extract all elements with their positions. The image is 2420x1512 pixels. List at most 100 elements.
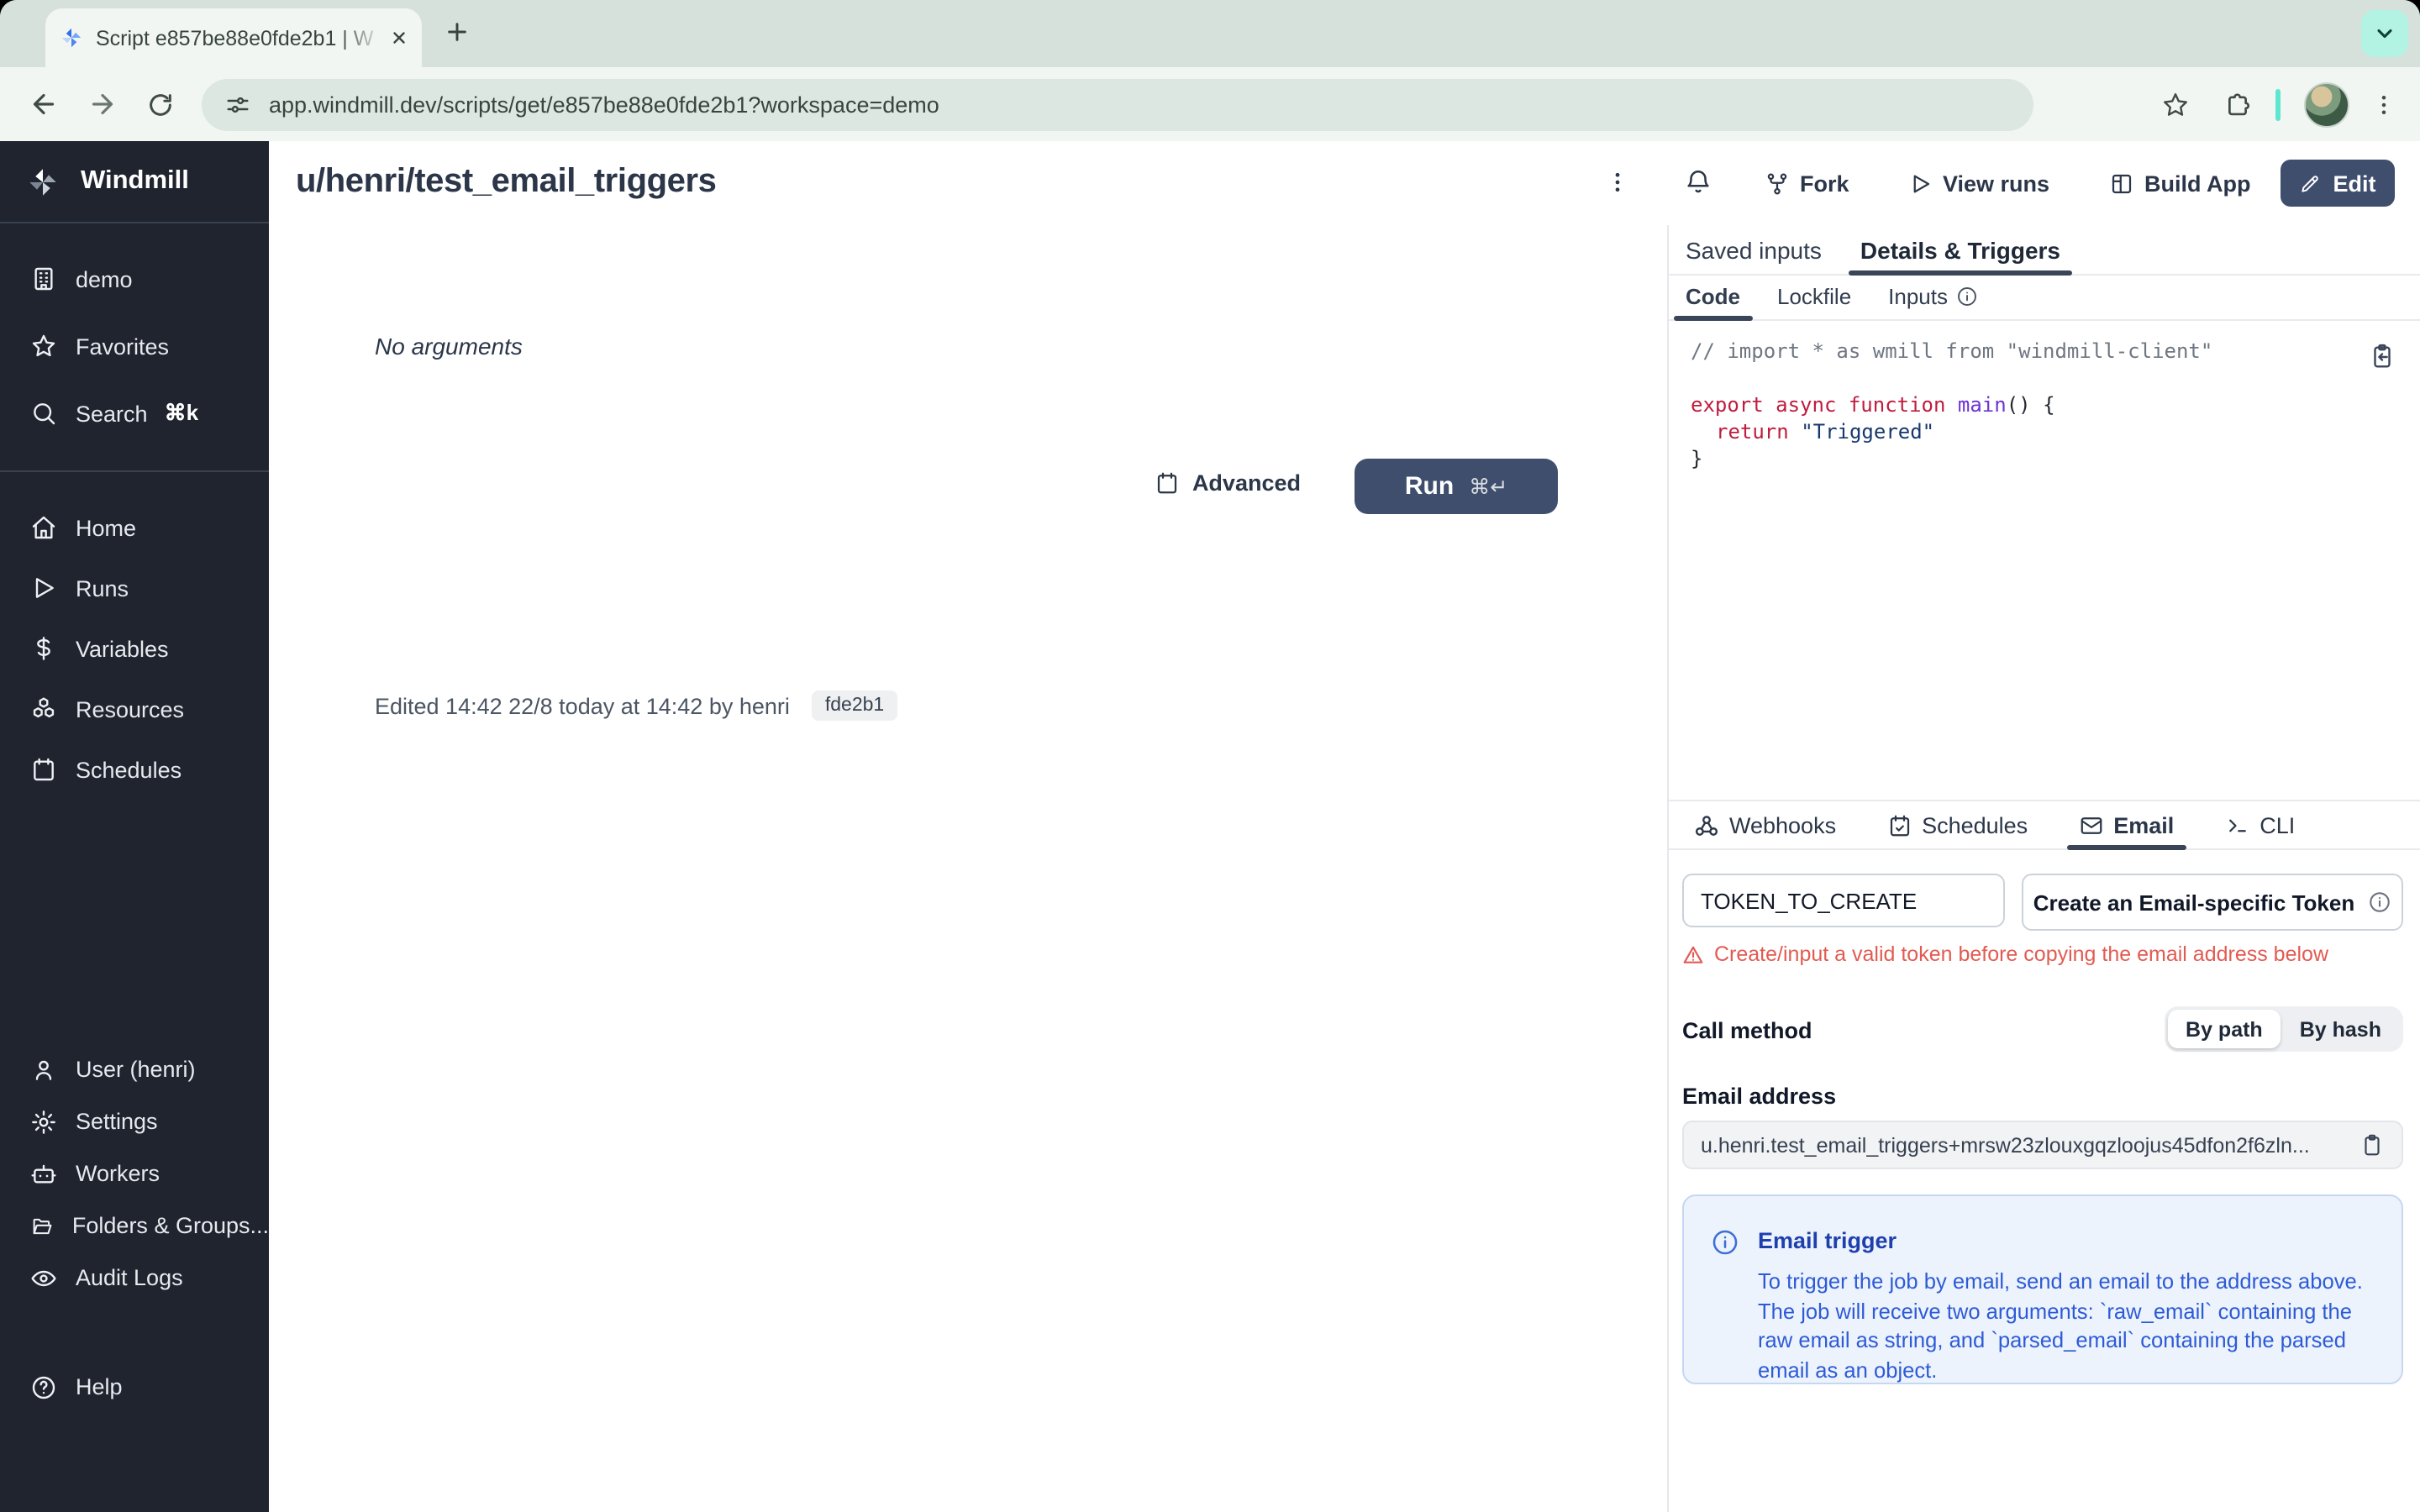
git-fork-icon bbox=[1767, 172, 1787, 194]
edit-label: Edit bbox=[2333, 171, 2376, 196]
sidebar-item-audit-logs[interactable]: Audit Logs bbox=[0, 1252, 269, 1304]
avatar[interactable] bbox=[2304, 81, 2349, 127]
tab-email[interactable]: Email bbox=[2066, 801, 2186, 850]
trigger-tab-bar: Webhooks Schedules Email CLI bbox=[1669, 800, 2420, 850]
tab-label: Inputs bbox=[1888, 284, 1948, 309]
reload-icon[interactable] bbox=[146, 90, 175, 118]
code-viewer[interactable]: // import * as wmill from "windmill-clie… bbox=[1669, 319, 2420, 800]
version-badge[interactable]: fde2b1 bbox=[811, 690, 898, 721]
tab-details-triggers[interactable]: Details & Triggers bbox=[1848, 225, 2073, 276]
by-hash-option[interactable]: By hash bbox=[2281, 1010, 2400, 1048]
tab-schedules[interactable]: Schedules bbox=[1875, 801, 2039, 848]
close-icon[interactable] bbox=[390, 29, 408, 47]
url-bar[interactable]: app.windmill.dev/scripts/get/e857be88e0f… bbox=[202, 78, 2033, 130]
sidebar-item-label: Search bbox=[76, 401, 148, 426]
sidebar-item-folders-groups[interactable]: Folders & Groups... bbox=[0, 1200, 269, 1252]
copy-code-icon[interactable] bbox=[2368, 343, 2396, 371]
star-icon bbox=[32, 334, 55, 357]
tab-search-button[interactable] bbox=[2361, 10, 2408, 57]
sidebar-logo[interactable]: Windmill bbox=[0, 141, 269, 223]
code-string: "Triggered" bbox=[1801, 420, 1935, 444]
sidebar-item-user[interactable]: User (henri) bbox=[0, 1043, 269, 1095]
code-punct: () { bbox=[2006, 393, 2055, 417]
run-label: Run bbox=[1404, 472, 1455, 501]
tab-label: Webhooks bbox=[1729, 812, 1837, 837]
tab-code[interactable]: Code bbox=[1674, 274, 1752, 321]
code-tab-bar: Code Lockfile Inputs bbox=[1669, 274, 2420, 321]
sidebar-item-home[interactable]: Home bbox=[0, 497, 269, 558]
sidebar-item-workspace[interactable]: demo bbox=[0, 245, 269, 312]
browser-tab[interactable]: Script e857be88e0fde2b1 | W bbox=[45, 8, 422, 67]
gear-icon bbox=[32, 1110, 55, 1133]
tab-cli[interactable]: CLI bbox=[2212, 801, 2307, 848]
sidebar-item-favorites[interactable]: Favorites bbox=[0, 312, 269, 380]
app-header: u/henri/test_email_triggers Fork View ru… bbox=[269, 141, 2420, 227]
extensions-puzzle-icon[interactable] bbox=[2223, 90, 2252, 118]
user-icon bbox=[35, 1059, 52, 1079]
view-runs-button[interactable]: View runs bbox=[1907, 141, 2049, 225]
copy-icon[interactable] bbox=[2360, 1132, 2385, 1158]
forward-icon[interactable] bbox=[87, 89, 118, 119]
sidebar-item-label: Runs bbox=[76, 575, 129, 601]
site-settings-icon[interactable] bbox=[225, 92, 250, 117]
create-email-token-button[interactable]: Create an Email-specific Token bbox=[2022, 874, 2403, 931]
bookmark-star-icon[interactable] bbox=[2161, 90, 2190, 118]
chevron-down-icon bbox=[2377, 29, 2392, 39]
email-trigger-pane: Create an Email-specific Token Create/in… bbox=[1669, 848, 2420, 1512]
sidebar-item-label: Audit Logs bbox=[76, 1265, 183, 1290]
code-content: // import * as wmill from "windmill-clie… bbox=[1691, 338, 2370, 472]
browser-tab-strip: Script e857be88e0fde2b1 | W bbox=[0, 0, 2420, 67]
sidebar-item-label: Folders & Groups... bbox=[71, 1213, 269, 1238]
sidebar-item-label: Resources bbox=[76, 696, 185, 722]
tab-lockfile[interactable]: Lockfile bbox=[1765, 274, 1863, 319]
fork-label: Fork bbox=[1800, 171, 1849, 196]
play-triangle-icon bbox=[1913, 174, 1930, 192]
run-button[interactable]: Run ⌘↵ bbox=[1355, 459, 1558, 514]
email-address-value: u.henri.test_email_triggers+mrsw23zlouxg… bbox=[1701, 1133, 2310, 1157]
sidebar-item-variables[interactable]: Variables bbox=[0, 618, 269, 679]
sidebar-item-resources[interactable]: Resources bbox=[0, 679, 269, 739]
sidebar-item-label: Schedules bbox=[76, 757, 182, 782]
back-icon[interactable] bbox=[29, 89, 59, 119]
tab-label: Email bbox=[2113, 812, 2175, 837]
sidebar-item-schedules[interactable]: Schedules bbox=[0, 739, 269, 800]
sidebar-item-runs[interactable]: Runs bbox=[0, 558, 269, 618]
tab-webhooks[interactable]: Webhooks bbox=[1682, 801, 1848, 848]
more-menu-icon[interactable] bbox=[1605, 170, 1630, 195]
tab-saved-inputs[interactable]: Saved inputs bbox=[1674, 225, 1833, 274]
terminal-icon bbox=[2228, 818, 2246, 832]
advanced-button[interactable]: Advanced bbox=[1155, 470, 1301, 496]
info-box-title: Email trigger bbox=[1758, 1228, 1897, 1253]
code-keywords: export async function bbox=[1691, 393, 1958, 417]
sidebar-item-label: Favorites bbox=[76, 333, 170, 359]
eye-icon bbox=[31, 1269, 56, 1286]
tab-title: Script e857be88e0fde2b1 | W bbox=[96, 26, 383, 50]
code-brace: } bbox=[1691, 447, 1703, 470]
info-icon bbox=[1712, 1230, 1738, 1255]
sidebar-item-search[interactable]: Search ⌘k bbox=[0, 380, 269, 447]
sidebar-item-label: Variables bbox=[76, 636, 169, 661]
sidebar-item-help[interactable]: Help bbox=[0, 1361, 269, 1413]
browser-menu-icon[interactable] bbox=[2371, 92, 2396, 117]
token-input[interactable] bbox=[1682, 874, 2005, 927]
edit-button[interactable]: Edit bbox=[2281, 160, 2395, 207]
calendar-icon bbox=[1158, 472, 1178, 494]
edited-text: Edited 14:42 22/8 today at 14:42 by henr… bbox=[375, 693, 790, 718]
build-app-label: Build App bbox=[2144, 171, 2251, 196]
toolbar-divider bbox=[2275, 88, 2281, 120]
info-box-body: To trigger the job by email, send an ema… bbox=[1758, 1268, 2363, 1382]
info-icon bbox=[1958, 287, 1976, 306]
build-app-button[interactable]: Build App bbox=[2109, 141, 2251, 225]
envelope-icon bbox=[2080, 816, 2102, 833]
folder-open-icon bbox=[33, 1217, 52, 1234]
new-tab-icon[interactable] bbox=[444, 18, 471, 45]
sidebar-item-settings[interactable]: Settings bbox=[0, 1095, 269, 1147]
sidebar-item-workers[interactable]: Workers bbox=[0, 1147, 269, 1200]
call-method-label: Call method bbox=[1682, 1018, 1812, 1043]
fork-button[interactable]: Fork bbox=[1765, 141, 1849, 225]
tab-label: Code bbox=[1686, 284, 1740, 309]
tab-inputs[interactable]: Inputs bbox=[1876, 274, 1990, 319]
email-address-field[interactable]: u.henri.test_email_triggers+mrsw23zlouxg… bbox=[1682, 1121, 2403, 1169]
by-path-option[interactable]: By path bbox=[2167, 1010, 2281, 1048]
bell-icon[interactable] bbox=[1684, 168, 1712, 197]
